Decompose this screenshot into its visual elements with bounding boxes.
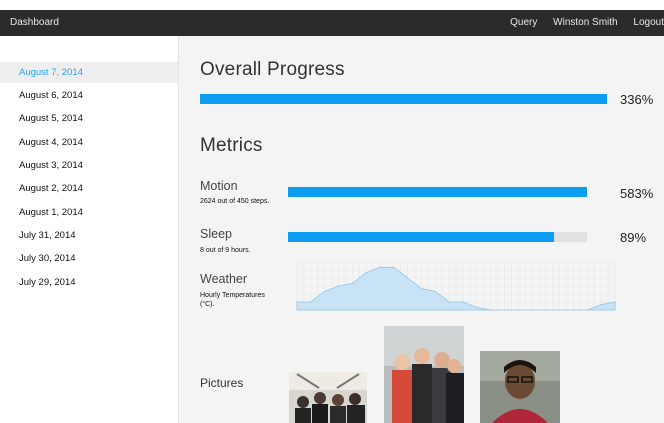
nav-query-link[interactable]: Query <box>510 17 537 28</box>
portrait-photo-icon[interactable] <box>480 351 560 423</box>
sidebar-date-item[interactable]: August 5, 2014 <box>0 108 178 129</box>
weather-data-point <box>324 290 326 292</box>
sleep-progress-fill <box>288 232 555 242</box>
sidebar-date-item[interactable]: August 4, 2014 <box>0 132 178 153</box>
weather-data-point <box>489 309 492 311</box>
weather-data-point <box>614 301 616 303</box>
band-photo-icon[interactable] <box>289 372 367 423</box>
sidebar-date-item[interactable]: August 2, 2014 <box>0 178 178 199</box>
weather-data-point <box>545 309 547 311</box>
weather-data-point <box>365 272 367 274</box>
weather-data-point <box>531 309 533 311</box>
weather-data-point <box>572 309 575 311</box>
sidebar-date-item[interactable]: August 6, 2014 <box>0 85 178 106</box>
weather-data-point <box>559 309 561 311</box>
weather-label: Weather <box>200 272 248 286</box>
weather-data-point <box>462 301 464 303</box>
sleep-progress-bar <box>288 232 587 242</box>
weather-data-point <box>476 306 478 308</box>
date-sidebar: August 7, 2014 August 6, 2014 August 5, … <box>0 36 179 423</box>
motion-label: Motion <box>200 179 238 193</box>
sidebar-date-item[interactable]: July 30, 2014 <box>0 248 178 269</box>
sidebar-date-item[interactable]: August 3, 2014 <box>0 155 178 176</box>
weather-data-point <box>393 266 395 268</box>
weather-data-point <box>503 309 505 311</box>
overall-progress-fill <box>200 94 607 104</box>
weather-data-point <box>586 309 588 311</box>
weather-temperature-chart <box>296 261 616 311</box>
main-content: Overall Progress 336% Metrics Motion 262… <box>179 36 664 423</box>
sleep-percent: 89% <box>620 230 647 245</box>
weather-data-point <box>434 290 436 292</box>
weather-data-point <box>407 277 409 279</box>
overall-progress-percent: 336% <box>620 92 654 107</box>
sidebar-date-item[interactable]: August 1, 2014 <box>0 202 178 223</box>
weather-data-point <box>600 304 602 306</box>
motion-progress-fill <box>288 187 587 197</box>
metrics-title: Metrics <box>200 135 263 156</box>
motion-subtext: 2624 out of 450 steps. <box>200 198 270 205</box>
weather-data-point <box>448 301 450 303</box>
band-photo-icon[interactable] <box>384 326 464 423</box>
top-navbar: Dashboard Query Winston Smith Logout <box>0 10 664 36</box>
weather-data-point <box>310 301 312 303</box>
weather-data-point <box>379 266 381 268</box>
motion-percent: 583% <box>620 186 654 201</box>
sleep-subtext: 8 out of 9 hours. <box>200 247 251 254</box>
nav-user-link[interactable]: Winston Smith <box>553 17 617 28</box>
sidebar-date-item[interactable]: August 7, 2014 <box>0 62 178 83</box>
motion-progress-bar <box>288 187 587 197</box>
sleep-label: Sleep <box>200 227 232 241</box>
weather-data-point <box>296 301 298 303</box>
pictures-title: Pictures <box>200 376 244 390</box>
top-nav-links: Query Winston Smith Logout <box>497 17 664 28</box>
sidebar-date-item[interactable]: July 29, 2014 <box>0 272 178 293</box>
sidebar-date-item[interactable]: July 31, 2014 <box>0 225 178 246</box>
weather-subtext: Hourly Temperatures (°C). <box>200 292 265 308</box>
weather-data-point <box>337 285 340 287</box>
weather-data-point <box>420 288 423 290</box>
brand-link[interactable]: Dashboard <box>10 17 59 28</box>
weather-data-point <box>517 309 519 311</box>
overall-progress-title: Overall Progress <box>200 59 345 80</box>
overall-progress-bar <box>200 94 607 104</box>
nav-logout-link[interactable]: Logout <box>633 17 664 28</box>
weather-data-point <box>351 282 353 284</box>
